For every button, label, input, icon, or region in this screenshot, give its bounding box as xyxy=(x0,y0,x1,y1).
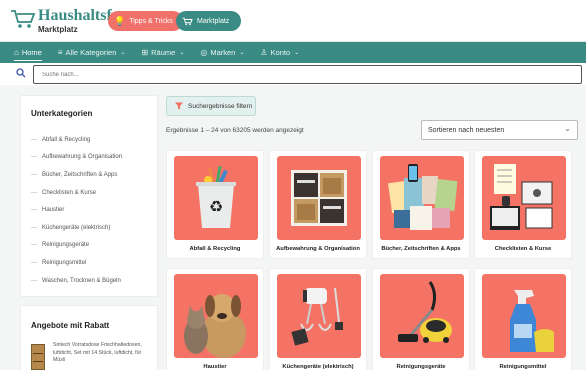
cart-logo-icon xyxy=(11,10,36,28)
tips-tricks-button[interactable]: 💡 Tipps & Tricks xyxy=(108,11,183,31)
category-card[interactable]: Reinigungsgeräte xyxy=(372,268,470,370)
dash: — xyxy=(31,242,37,249)
category-label: Küchengeräte (elektrisch) xyxy=(282,364,354,370)
nav-categories[interactable]: ≡ Alle Kategorien ⌄ xyxy=(58,48,126,57)
category-card[interactable]: Küchengeräte (elektrisch) xyxy=(269,268,367,370)
dash: — xyxy=(31,207,37,214)
offers-title: Angebote mit Rabatt xyxy=(31,321,110,330)
dash: — xyxy=(31,171,37,178)
nav-account-label: Konto xyxy=(270,48,291,57)
filter-icon xyxy=(175,102,183,110)
nav-rooms-label: Räume xyxy=(151,48,176,57)
subcategory-item[interactable]: — Abfall & Recycling xyxy=(31,131,122,149)
subcategory-item[interactable]: — Aufbewahrung & Organisation xyxy=(31,149,122,167)
sort-select[interactable]: Sortieren nach neuesten ⌄ xyxy=(421,120,578,140)
subcategories-panel: Unterkategorien — Abfall & Recycling — Auf… xyxy=(20,95,158,297)
category-label: Bücher, Zeitschriften & Apps xyxy=(381,246,461,252)
list-icon: ≡ xyxy=(57,48,63,57)
vacuum-cleaner-image xyxy=(380,274,464,358)
checklists-courses-image xyxy=(482,156,566,240)
nav-rooms[interactable]: ⊞ Räume ⌄ xyxy=(141,48,184,57)
category-label: Abfall & Recycling xyxy=(189,246,241,252)
cleaning-agents-image xyxy=(482,274,566,358)
nav-brands-label: Marken xyxy=(210,48,236,57)
sort-selected-value: Sortieren nach neuesten xyxy=(428,126,505,134)
subcategory-item[interactable]: — Waschen, Trocknen & Bügeln xyxy=(31,272,122,290)
subcategory-label: Abfall & Recycling xyxy=(42,136,91,143)
recycling-bin-image: ♻ xyxy=(174,156,258,240)
subcategory-label: Waschen, Trocknen & Bügeln xyxy=(42,277,121,284)
top-bar: Haushaltsfee Marktplatz 💡 Tipps & Tricks… xyxy=(0,0,586,42)
offer-thumbnail[interactable] xyxy=(31,344,45,370)
category-card[interactable]: Checklisten & Kurse xyxy=(474,150,572,259)
subcategory-label: Reinigungsgeräte xyxy=(42,242,90,249)
dash: — xyxy=(31,259,37,266)
results-count: Ergebnisse 1 – 24 von 63205 werden angez… xyxy=(166,127,304,134)
svg-text:♻: ♻ xyxy=(209,197,223,216)
subcategory-item[interactable]: — Bücher, Zeitschriften & Apps xyxy=(31,166,122,184)
subcategory-label: Haustier xyxy=(42,207,65,214)
dash: — xyxy=(31,189,37,196)
dash: — xyxy=(31,277,37,284)
user-icon: ♙ xyxy=(260,48,268,57)
subcategory-item[interactable]: — Reinigungsmittel xyxy=(31,254,122,272)
nav-brands[interactable]: ◎ Marken ⌄ xyxy=(200,48,244,57)
subcategories-title: Unterkategorien xyxy=(31,109,93,118)
category-label: Reinigungsmittel xyxy=(499,364,547,370)
subcategory-label: Checklisten & Kurse xyxy=(42,189,97,196)
search-icon[interactable] xyxy=(16,68,26,78)
books-magazines-image xyxy=(380,156,464,240)
search-input[interactable] xyxy=(33,65,582,84)
marketplace-label: Marktplatz xyxy=(197,17,230,25)
subcategory-label: Küchengeräte (elektrisch) xyxy=(42,224,111,231)
subcategory-label: Aufbewahrung & Organisation xyxy=(42,154,123,161)
subcategory-item[interactable]: — Checklisten & Kurse xyxy=(31,184,122,202)
category-label: Reinigungsgeräte xyxy=(396,364,446,370)
cart-icon xyxy=(182,17,193,25)
chevron-down-icon: ⌄ xyxy=(294,50,300,56)
subcategory-label: Reinigungsmittel xyxy=(42,259,87,266)
tips-tricks-label: Tipps & Tricks xyxy=(129,17,173,25)
main-nav: ⌂ Home ≡ Alle Kategorien ⌄ ⊞ Räume ⌄ ◎ M… xyxy=(0,42,586,63)
offer-description[interactable]: Sintech Vorratsdose Frischhaltedosen, lu… xyxy=(53,342,149,365)
subcategory-item[interactable]: — Reinigungsgeräte xyxy=(31,237,122,255)
filter-button-label: Suchergebnisse filtern xyxy=(188,102,253,110)
kitchen-appliances-image xyxy=(277,274,361,358)
nav-home-label: Home xyxy=(21,48,42,57)
chevron-down-icon: ⌄ xyxy=(179,50,185,56)
category-card[interactable]: Aufbewahrung & Organisation xyxy=(269,150,367,259)
search-bar xyxy=(0,63,586,85)
page: Haushaltsfee Marktplatz 💡 Tipps & Tricks… xyxy=(0,0,586,370)
category-label: Checklisten & Kurse xyxy=(494,246,552,252)
nav-categories-label: Alle Kategorien xyxy=(65,48,117,57)
pets-image xyxy=(174,274,258,358)
dash: — xyxy=(31,136,37,143)
dash: — xyxy=(31,154,37,161)
marketplace-button[interactable]: Marktplatz xyxy=(176,11,242,31)
subcategory-list: — Abfall & Recycling — Aufbewahrung & Orga… xyxy=(31,131,122,289)
chevron-down-icon: ⌄ xyxy=(239,50,245,56)
nav-account[interactable]: ♙ Konto ⌄ xyxy=(260,48,299,57)
category-card[interactable]: ♻ Abfall & Recycling xyxy=(166,150,264,259)
category-card[interactable]: Reinigungsmittel xyxy=(474,268,572,370)
category-card[interactable]: Bücher, Zeitschriften & Apps xyxy=(372,150,470,259)
category-card[interactable]: Haustier xyxy=(166,268,264,370)
filter-results-button[interactable]: Suchergebnisse filtern xyxy=(166,96,256,116)
offers-panel: Angebote mit Rabatt Sintech Vorratsdose … xyxy=(20,305,158,370)
lightbulb-icon: 💡 xyxy=(114,15,126,26)
home-icon: ⌂ xyxy=(14,48,19,57)
chevron-down-icon: ⌄ xyxy=(564,124,571,133)
dash: — xyxy=(31,224,37,231)
tag-icon: ◎ xyxy=(200,48,208,57)
subcategory-item[interactable]: — Haustier xyxy=(31,201,122,219)
chevron-down-icon: ⌄ xyxy=(120,50,126,56)
storage-shelf-image xyxy=(277,156,361,240)
subcategory-label: Bücher, Zeitschriften & Apps xyxy=(42,171,118,178)
nav-home[interactable]: ⌂ Home xyxy=(14,48,42,61)
category-label: Aufbewahrung & Organisation xyxy=(276,246,360,252)
grid-icon: ⊞ xyxy=(141,48,149,57)
category-label: Haustier xyxy=(203,364,227,370)
subcategory-item[interactable]: — Küchengeräte (elektrisch) xyxy=(31,219,122,237)
